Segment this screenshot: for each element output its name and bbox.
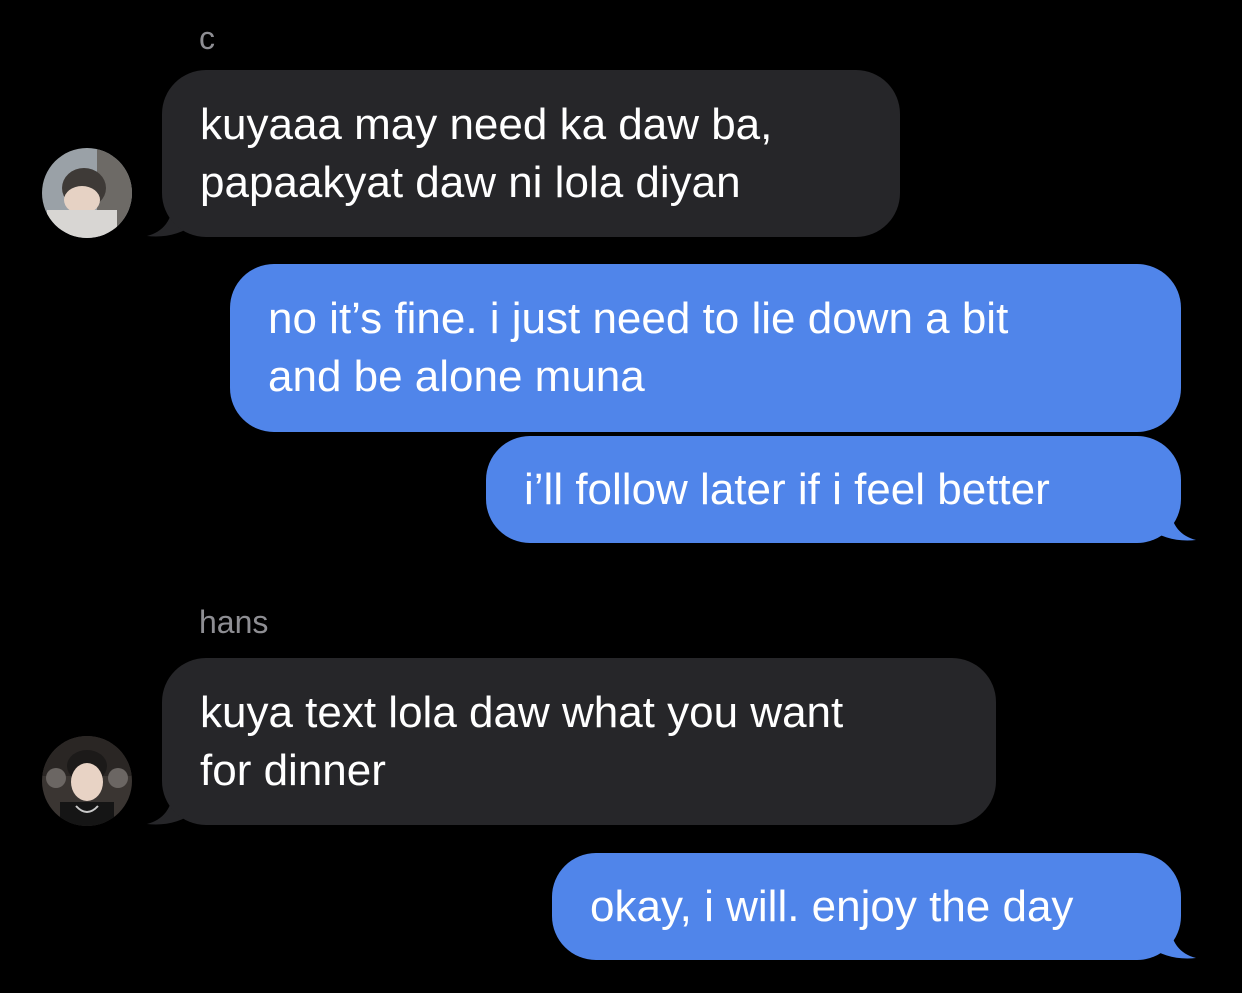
message-text: papaakyat daw ni lola diyan: [200, 157, 741, 207]
sender-name: hans: [199, 604, 269, 640]
avatar[interactable]: [42, 736, 132, 826]
message-text: and be alone muna: [268, 352, 645, 401]
message-text: for dinner: [200, 745, 386, 795]
message-text: kuyaaa may need ka daw ba,: [200, 99, 773, 149]
message-text: kuya text lola daw what you want: [200, 687, 844, 737]
message-bubble-outgoing[interactable]: i’ll follow later if i feel better: [486, 436, 1181, 543]
avatar-photo-icon: [42, 148, 132, 238]
message-bubble-outgoing[interactable]: no it’s fine. i just need to lie down a …: [230, 264, 1181, 432]
avatar-photo-icon: [42, 736, 132, 826]
message-text: i’ll follow later if i feel better: [524, 464, 1050, 514]
sender-name: c: [199, 20, 215, 56]
message-text: no it’s fine. i just need to lie down a …: [268, 294, 1009, 343]
message-text: okay, i will. enjoy the day: [590, 881, 1074, 931]
message-bubble-incoming[interactable]: kuyaaa may need ka daw ba, papaakyat daw…: [162, 70, 900, 237]
message-bubble-incoming[interactable]: kuya text lola daw what you want for din…: [162, 658, 996, 825]
avatar[interactable]: [42, 148, 132, 238]
message-bubble-outgoing[interactable]: okay, i will. enjoy the day: [552, 853, 1181, 960]
